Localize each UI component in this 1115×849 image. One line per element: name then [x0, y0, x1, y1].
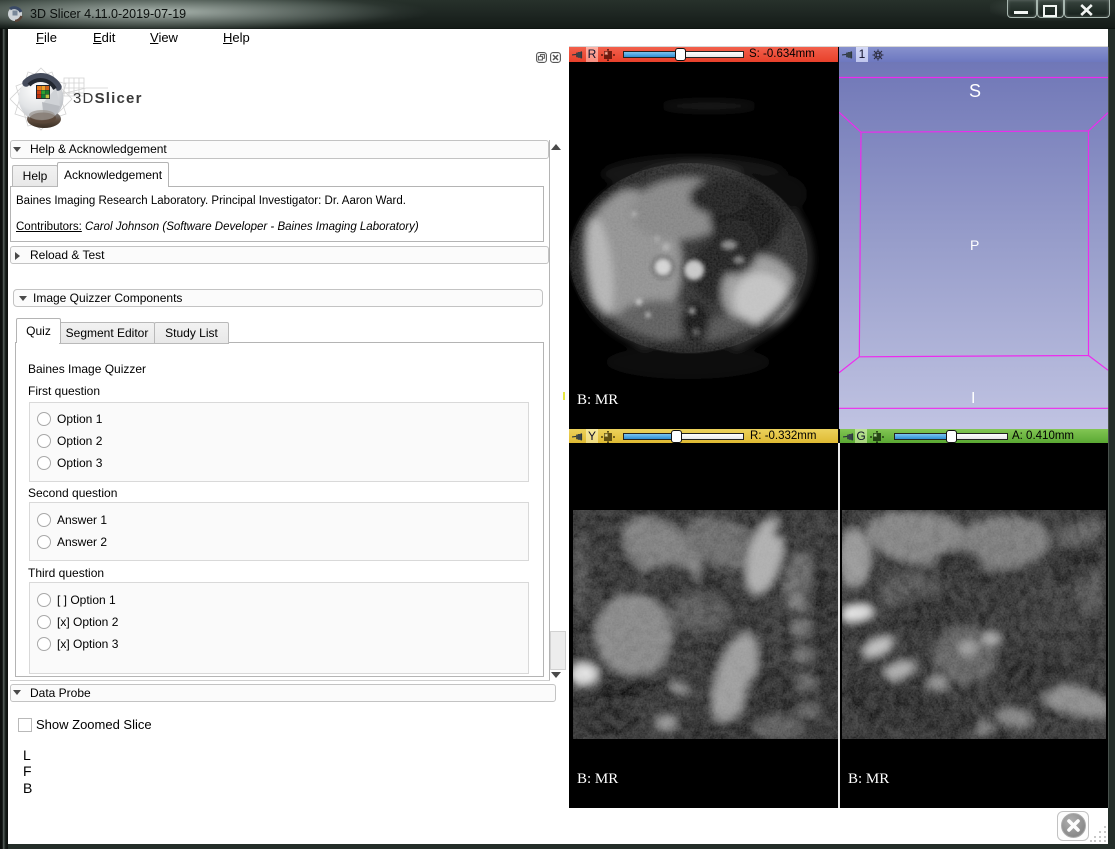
- svg-text:B: MR: B: MR: [577, 392, 618, 408]
- svg-text:I: I: [971, 390, 975, 407]
- svg-text:B: MR: B: MR: [577, 771, 618, 787]
- svg-text:S: S: [969, 81, 981, 101]
- svg-text:B: MR: B: MR: [848, 771, 889, 787]
- svg-text:P: P: [970, 237, 979, 253]
